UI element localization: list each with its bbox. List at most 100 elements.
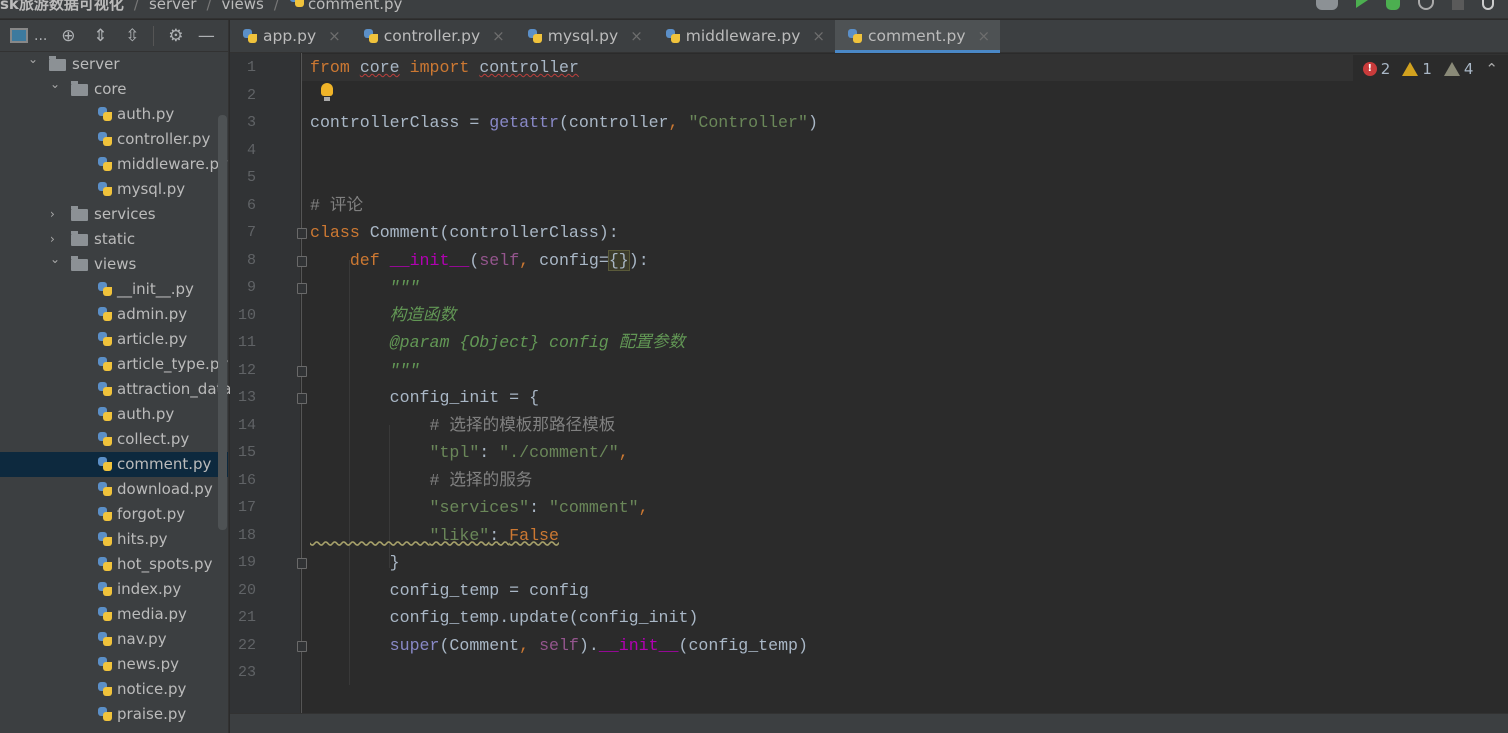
fold-marker-icon[interactable] xyxy=(297,365,307,377)
code-token: """ xyxy=(389,278,420,297)
tree-file[interactable]: forgot.py xyxy=(0,502,228,527)
python-file-icon xyxy=(97,456,112,472)
folder-icon xyxy=(49,56,66,71)
code-token: {} xyxy=(607,249,630,271)
fold-marker-icon[interactable] xyxy=(297,228,307,239)
tree-file[interactable]: collect.py xyxy=(0,427,228,452)
tree-file[interactable]: hits.py xyxy=(0,527,228,552)
fold-marker-icon[interactable] xyxy=(297,640,307,652)
code-line[interactable]: def __init__(self, config={}): xyxy=(310,249,649,273)
tree-file[interactable]: article.py xyxy=(0,327,228,352)
errors-indicator[interactable]: ! 2 xyxy=(1362,60,1390,78)
code-line[interactable]: } xyxy=(310,551,400,575)
more-label[interactable]: ... xyxy=(34,28,47,44)
breadcrumb-views[interactable]: views xyxy=(222,0,264,12)
tree-file[interactable]: hot_spots.py xyxy=(0,552,228,577)
code-line[interactable]: controllerClass = getattr(controller, "C… xyxy=(310,111,818,135)
close-icon[interactable]: × xyxy=(328,27,341,45)
close-icon[interactable]: × xyxy=(630,27,643,45)
tree-file[interactable]: __init__.py xyxy=(0,277,228,302)
code-line[interactable]: # 评论 xyxy=(310,194,363,218)
code-line[interactable]: @param {Object} config 配置参数 xyxy=(310,331,685,355)
stop-icon[interactable] xyxy=(1452,0,1464,10)
tree-file[interactable]: download.py xyxy=(0,477,228,502)
fold-marker-icon[interactable] xyxy=(297,283,307,294)
chevron-down-icon[interactable]: ⌄ xyxy=(28,47,38,72)
debug-icon[interactable] xyxy=(1386,0,1400,10)
chevron-up-icon[interactable]: ⌃ xyxy=(1485,60,1498,78)
collapse-all-icon[interactable]: ⇳ xyxy=(121,26,143,46)
tree-folder[interactable]: ⌄ core xyxy=(0,77,228,102)
code-line[interactable]: "services": "comment", xyxy=(310,496,649,520)
search-icon[interactable] xyxy=(1482,0,1494,10)
breadcrumb-server[interactable]: server xyxy=(149,0,196,12)
code-line[interactable]: config_init = { xyxy=(310,386,539,410)
tree-folder[interactable]: ⌄ views xyxy=(0,252,228,277)
code-editor[interactable]: 1 2 3 4 5 6 7 8 9 10 11 12 13 14 15 16 17 18 19 20 21 22 23 fr… xyxy=(230,53,1508,713)
code-line[interactable]: config_temp = config xyxy=(310,579,589,603)
chevron-right-icon[interactable]: › xyxy=(50,202,55,227)
weak-warnings-indicator[interactable]: 4 xyxy=(1443,60,1473,78)
tree-file[interactable]: admin.py xyxy=(0,302,228,327)
close-icon[interactable]: × xyxy=(978,27,991,45)
code-line[interactable]: class Comment(controllerClass): xyxy=(310,221,619,245)
tree-file[interactable]: media.py xyxy=(0,602,228,627)
tree-file[interactable]: attraction_data. xyxy=(0,377,236,402)
tree-file[interactable]: nav.py xyxy=(0,627,228,652)
project-name[interactable]: sk旅游数据可视化 xyxy=(0,0,124,12)
lightbulb-icon[interactable] xyxy=(321,83,333,101)
tree-file[interactable]: praise.py xyxy=(0,702,228,727)
code-line[interactable]: # 选择的模板那路径模板 xyxy=(310,414,616,438)
hide-icon[interactable]: — xyxy=(195,26,217,46)
inspection-widget[interactable]: ! 2 1 4 ⌃ xyxy=(1352,55,1508,83)
tree-file[interactable]: article_type.py xyxy=(0,352,228,377)
sidebar-scrollbar[interactable] xyxy=(218,115,227,530)
tree-file[interactable]: comment.py xyxy=(0,452,228,477)
code-line[interactable]: """ xyxy=(310,276,420,300)
tab-comment-py[interactable]: comment.py × xyxy=(834,20,1001,53)
tree-file[interactable]: controller.py xyxy=(0,127,228,152)
close-icon[interactable]: × xyxy=(812,27,825,45)
tree-file[interactable]: auth.py xyxy=(0,402,228,427)
fold-marker-icon[interactable] xyxy=(297,558,307,569)
gear-icon[interactable]: ⚙ xyxy=(153,25,185,46)
tree-file[interactable]: news.py xyxy=(0,652,228,677)
project-view-icon[interactable]: ... xyxy=(10,26,47,46)
tree-folder[interactable]: › services xyxy=(0,202,228,227)
code-line[interactable]: "like": False xyxy=(310,524,559,548)
code-line[interactable]: # 选择的服务 xyxy=(310,469,533,493)
run-icon[interactable] xyxy=(1356,0,1368,8)
tree-file[interactable]: middleware.py xyxy=(0,152,228,177)
code-line[interactable]: 构造函数 xyxy=(310,304,456,328)
code-token: (Comment xyxy=(439,635,520,655)
code-line[interactable]: super(Comment, self).__init__(config_tem… xyxy=(310,634,808,658)
chevron-down-icon[interactable]: ⌄ xyxy=(50,247,60,272)
tab-middleware-py[interactable]: middleware.py × xyxy=(653,20,835,52)
coverage-icon[interactable] xyxy=(1418,0,1434,10)
tree-file[interactable]: auth.py xyxy=(0,102,228,127)
tab-controller-py[interactable]: controller.py × xyxy=(351,20,515,52)
line-number: 17 xyxy=(237,499,256,516)
tree-file[interactable]: notice.py xyxy=(0,677,228,702)
tab-app-py[interactable]: app.py × xyxy=(230,20,351,52)
code-line[interactable]: config_temp.update(config_init) xyxy=(310,606,699,630)
tree-file[interactable]: mysql.py xyxy=(0,177,228,202)
fold-marker-icon[interactable] xyxy=(297,255,307,267)
tree-folder[interactable]: ⌄ server xyxy=(0,52,228,77)
user-icon[interactable] xyxy=(1316,0,1338,10)
code-line[interactable]: "tpl": "./comment/", xyxy=(310,441,629,465)
chevron-down-icon[interactable]: ⌄ xyxy=(50,72,60,97)
warnings-indicator[interactable]: 1 xyxy=(1402,60,1432,78)
code-token: __init__ xyxy=(389,250,470,270)
code-line[interactable]: """ xyxy=(310,359,420,383)
fold-marker-icon[interactable] xyxy=(297,393,307,404)
tree-folder[interactable]: › static xyxy=(0,227,228,252)
tree-file[interactable]: index.py xyxy=(0,577,228,602)
tab-mysql-py[interactable]: mysql.py × xyxy=(515,20,653,52)
expand-all-icon[interactable]: ⇕ xyxy=(89,26,111,46)
code-line[interactable]: from core import controller xyxy=(310,56,579,80)
close-icon[interactable]: × xyxy=(492,27,505,45)
locate-icon[interactable]: ⊕ xyxy=(57,26,79,46)
breadcrumb-file[interactable]: comment.py xyxy=(308,0,402,12)
